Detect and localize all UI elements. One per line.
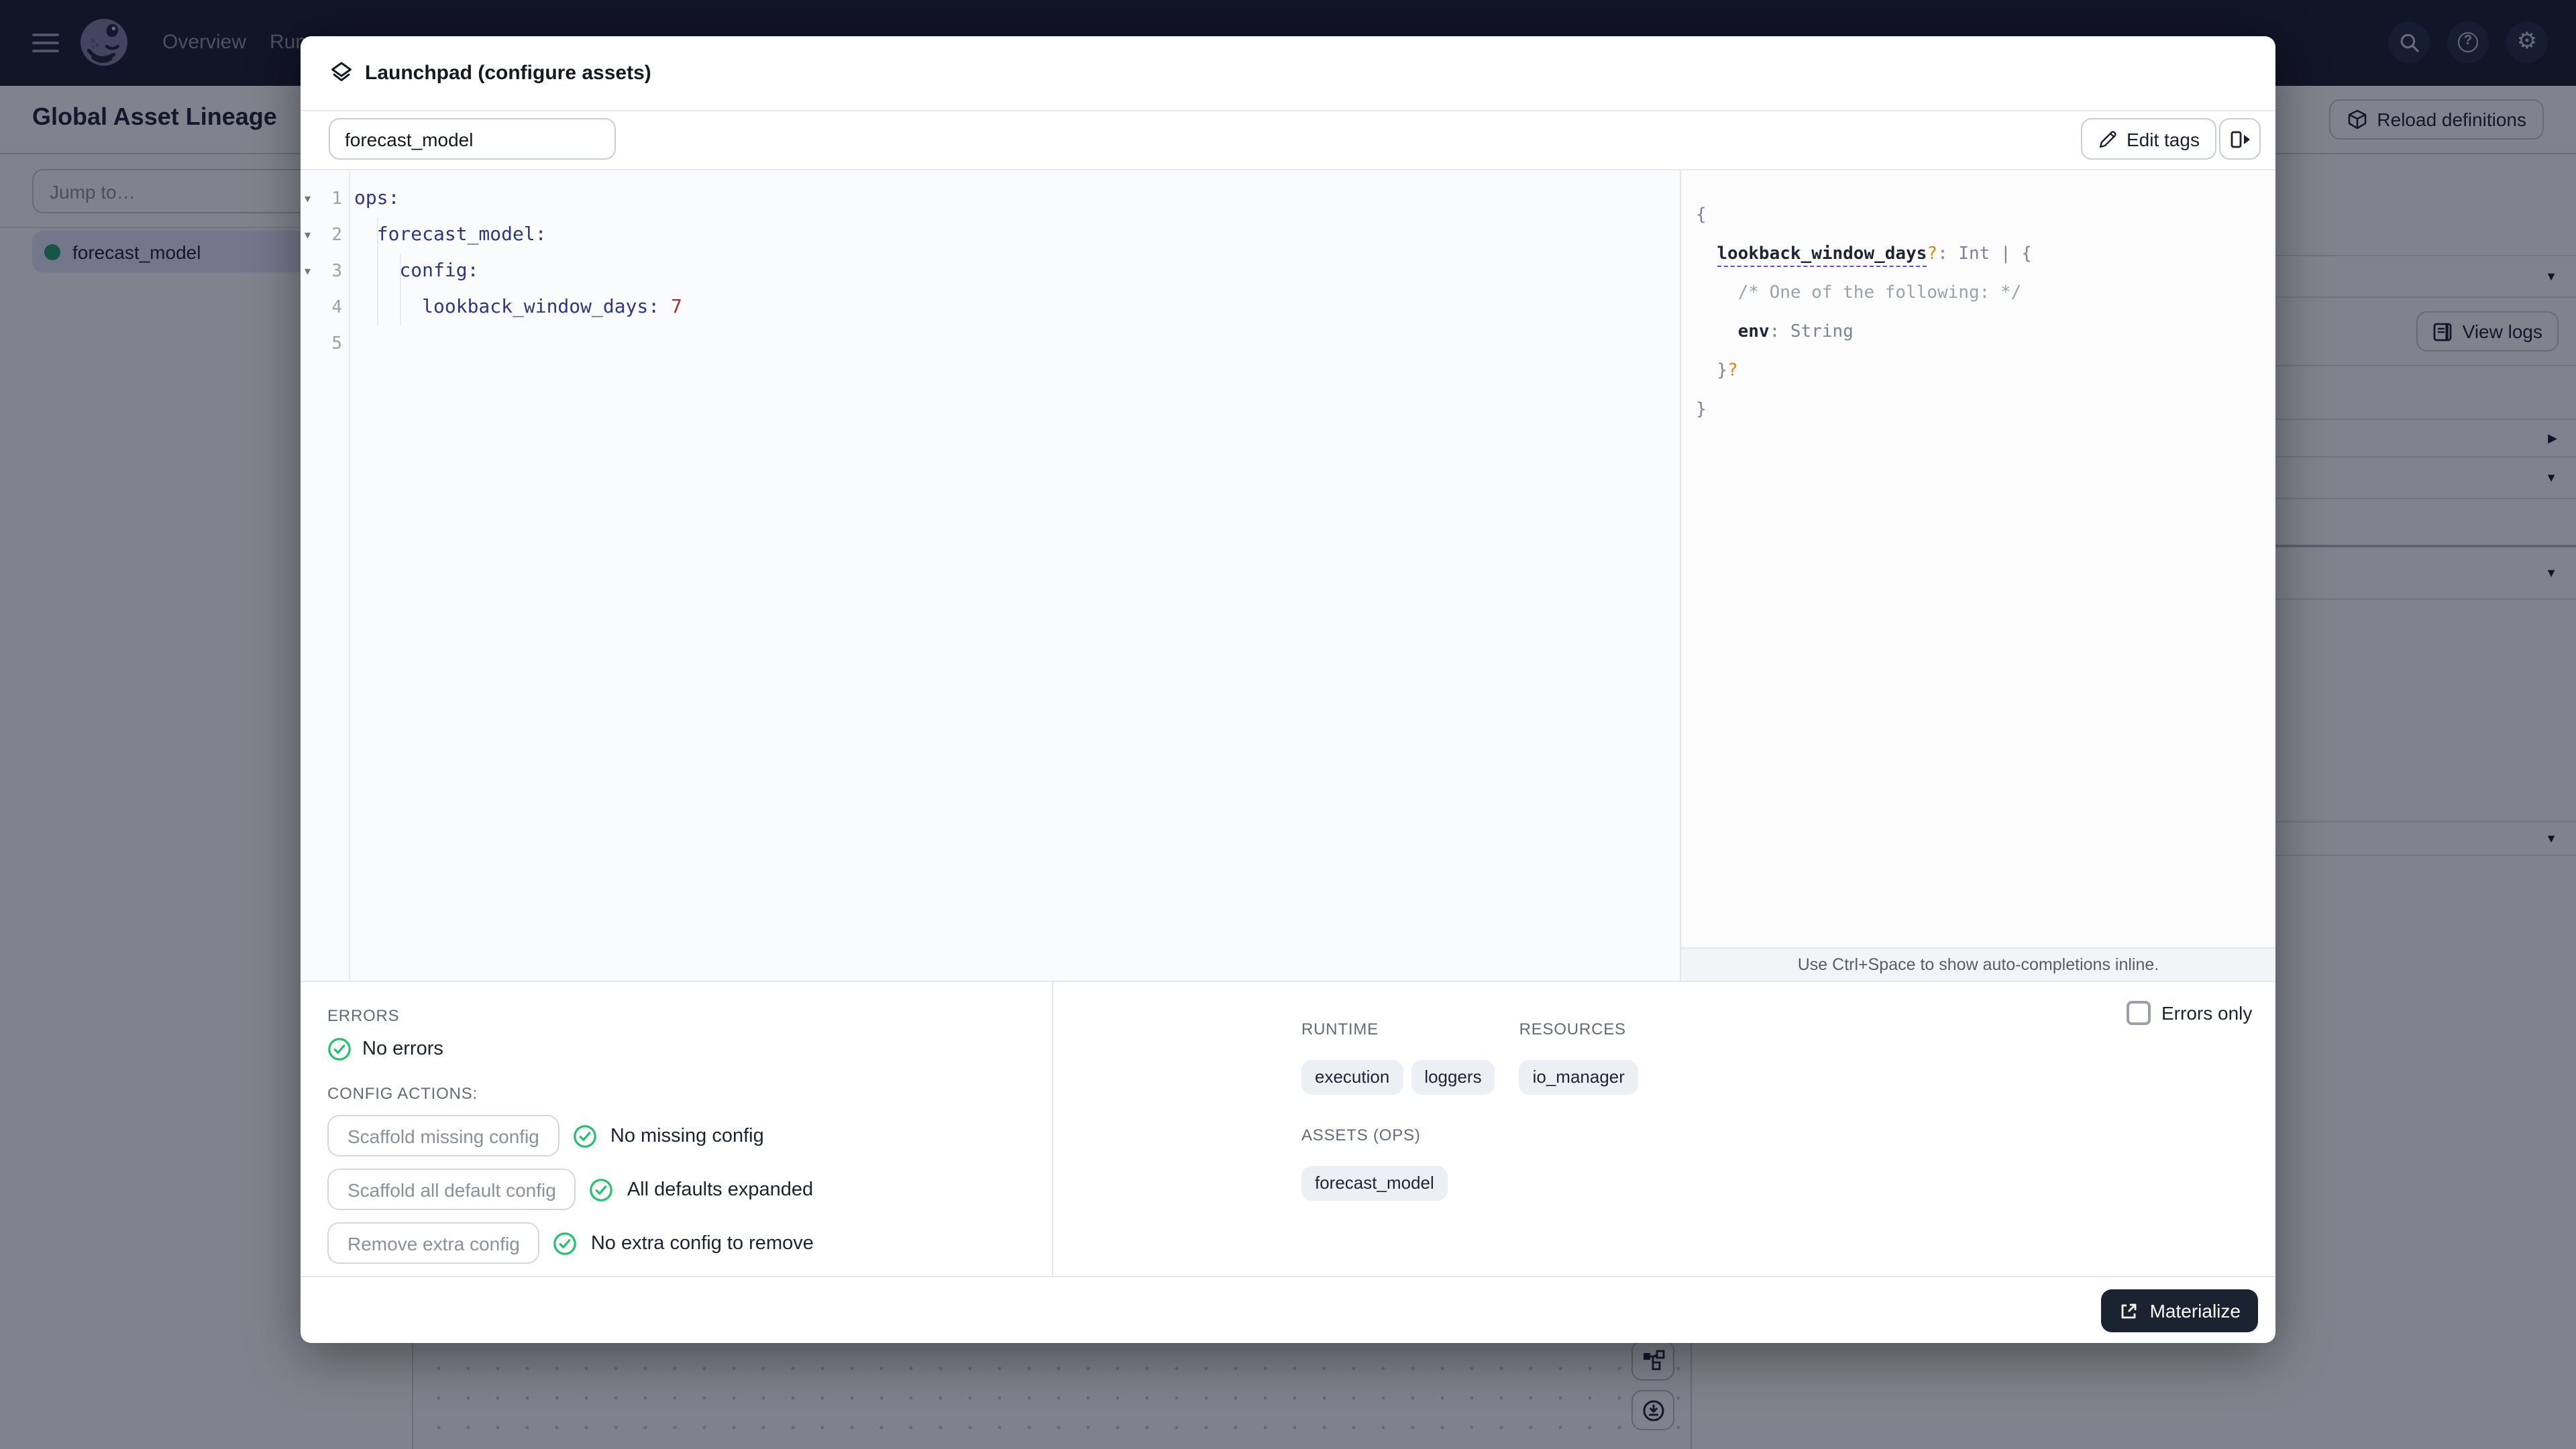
editor-code[interactable]: ops: forecast_model: config: lookback_wi… [354, 170, 1680, 981]
panel-expand-icon [2230, 130, 2249, 148]
config-action-row: Scaffold missing config No missing config [327, 1115, 1052, 1157]
errors-status: No errors [362, 1038, 443, 1060]
indent-guide [377, 217, 378, 326]
code-line[interactable]: ops: [354, 181, 1680, 217]
line-number: 5 [331, 334, 342, 354]
line-number: 2 [331, 225, 342, 246]
launchpad-dialog: Launchpad (configure assets) Edit tags [301, 36, 2275, 1343]
autocomplete-hint: Use Ctrl+Space to show auto-completions … [1681, 947, 2275, 981]
config-action-button[interactable]: Remove extra config [327, 1222, 540, 1264]
pencil-icon [2099, 130, 2116, 148]
fold-toggle-icon[interactable]: ▾ [301, 181, 318, 217]
editor-gutter: ▾ 1 ▾ 2 ▾ 3 4 5 [301, 170, 350, 981]
launchpad-diamond-icon [331, 62, 352, 82]
schema-line: } [1696, 400, 1707, 420]
tag[interactable]: io_manager [1519, 1060, 1638, 1095]
check-circle-icon [590, 1178, 613, 1201]
session-name-input[interactable] [329, 118, 616, 160]
tag[interactable]: loggers [1411, 1060, 1495, 1095]
line-number: 1 [331, 189, 342, 209]
fold-toggle-icon [301, 326, 318, 362]
config-schema-panel: { lookback_window_days?: Int | { /* One … [1681, 170, 2275, 981]
fold-toggle-icon[interactable]: ▾ [301, 217, 318, 254]
schema-line: env: String [1737, 322, 1854, 342]
schema-lines: { lookback_window_days?: Int | { /* One … [1681, 170, 2275, 429]
code-line[interactable]: forecast_model: [354, 217, 1680, 254]
config-editor[interactable]: ▾ 1 ▾ 2 ▾ 3 4 5 ops: forecast_model: config: lo… [301, 170, 1680, 981]
code-line[interactable]: lookback_window_days: 7 [354, 290, 1680, 326]
errors-only-checkbox[interactable] [2127, 1001, 2151, 1025]
errors-and-actions: ERRORS No errors CONFIG ACTIONS: Scaffol… [301, 982, 1052, 1276]
external-link-icon [2122, 1303, 2137, 1318]
line-number: 3 [331, 262, 342, 282]
tag[interactable]: forecast_model [1301, 1166, 1448, 1201]
check-circle-icon [574, 1124, 596, 1147]
schema-key[interactable]: lookback_window_days [1717, 244, 1927, 267]
config-action-row: Remove extra config No extra config to re… [327, 1222, 1052, 1264]
line-number: 4 [331, 298, 342, 318]
assets-ops-tags: forecast_model [1301, 1166, 2275, 1201]
dialog-title: Launchpad (configure assets) [365, 62, 651, 85]
dialog-bottom-section: ERRORS No errors CONFIG ACTIONS: Scaffol… [301, 981, 2275, 1276]
code-line[interactable]: config: [354, 254, 1680, 290]
tag[interactable]: execution [1301, 1060, 1403, 1095]
config-action-row: Scaffold all default config All defaults … [327, 1169, 1052, 1210]
runtime-group: RUNTIME execution loggers [1301, 1020, 1495, 1095]
config-action-button[interactable]: Scaffold missing config [327, 1115, 559, 1157]
expand-panel-button[interactable] [2219, 118, 2261, 160]
session-tab-row: Edit tags [301, 111, 2275, 170]
editor-gutter-lines: ▾ 1 ▾ 2 ▾ 3 4 5 [301, 181, 349, 362]
edit-tags-label: Edit tags [2127, 128, 2200, 150]
runtime-tags: execution loggers [1301, 1060, 1495, 1095]
fold-toggle-icon[interactable]: ▾ [301, 254, 318, 290]
code-line[interactable] [354, 326, 1680, 362]
resources-group: RESOURCES io_manager [1519, 1020, 1638, 1095]
config-actions-rows: Scaffold missing config No missing config… [327, 1115, 1052, 1264]
dialog-header: Launchpad (configure assets) [301, 36, 2275, 111]
schema-line: lookback_window_days?: Int | { [1696, 235, 2275, 274]
scope-tags-section: RUNTIME execution loggers RESOURCES io_ma… [1052, 982, 2275, 1276]
config-actions-label: CONFIG ACTIONS: [327, 1084, 478, 1103]
fold-toggle-icon [301, 290, 318, 326]
assets-ops-label: ASSETS (OPS) [1301, 1126, 1421, 1144]
errors-only-label: Errors only [2161, 1002, 2253, 1024]
indent-guide [400, 254, 401, 326]
config-action-status: No extra config to remove [590, 1232, 814, 1254]
app: Overview Runs ? ⚙ Global Asset Lineage R… [0, 0, 2576, 1449]
materialize-button[interactable]: Materialize [2101, 1289, 2258, 1332]
errors-label: ERRORS [327, 1006, 400, 1025]
schema-line: { [1696, 205, 1707, 225]
check-circle-icon [554, 1232, 577, 1254]
schema-line: }? [1696, 361, 1738, 381]
errors-only-control: Errors only [2127, 1001, 2252, 1025]
runtime-label: RUNTIME [1301, 1020, 1379, 1038]
edit-tags-button[interactable]: Edit tags [2081, 118, 2217, 160]
check-circle-icon [328, 1038, 351, 1061]
assets-ops-group: ASSETS (OPS) forecast_model [1301, 1126, 2275, 1201]
errors-status-row: No errors [327, 1037, 1052, 1061]
config-action-status: No missing config [610, 1125, 764, 1146]
config-action-status: All defaults expanded [627, 1179, 814, 1200]
resources-tags: io_manager [1519, 1060, 1638, 1095]
schema-line: /* One of the following: */ [1696, 283, 2022, 303]
resources-label: RESOURCES [1519, 1020, 1626, 1038]
dialog-footer: Materialize [301, 1276, 2275, 1343]
config-action-button[interactable]: Scaffold all default config [327, 1169, 576, 1210]
materialize-label: Materialize [2149, 1300, 2241, 1322]
editor-code-lines: ops: forecast_model: config: lookback_wi… [354, 181, 1680, 362]
